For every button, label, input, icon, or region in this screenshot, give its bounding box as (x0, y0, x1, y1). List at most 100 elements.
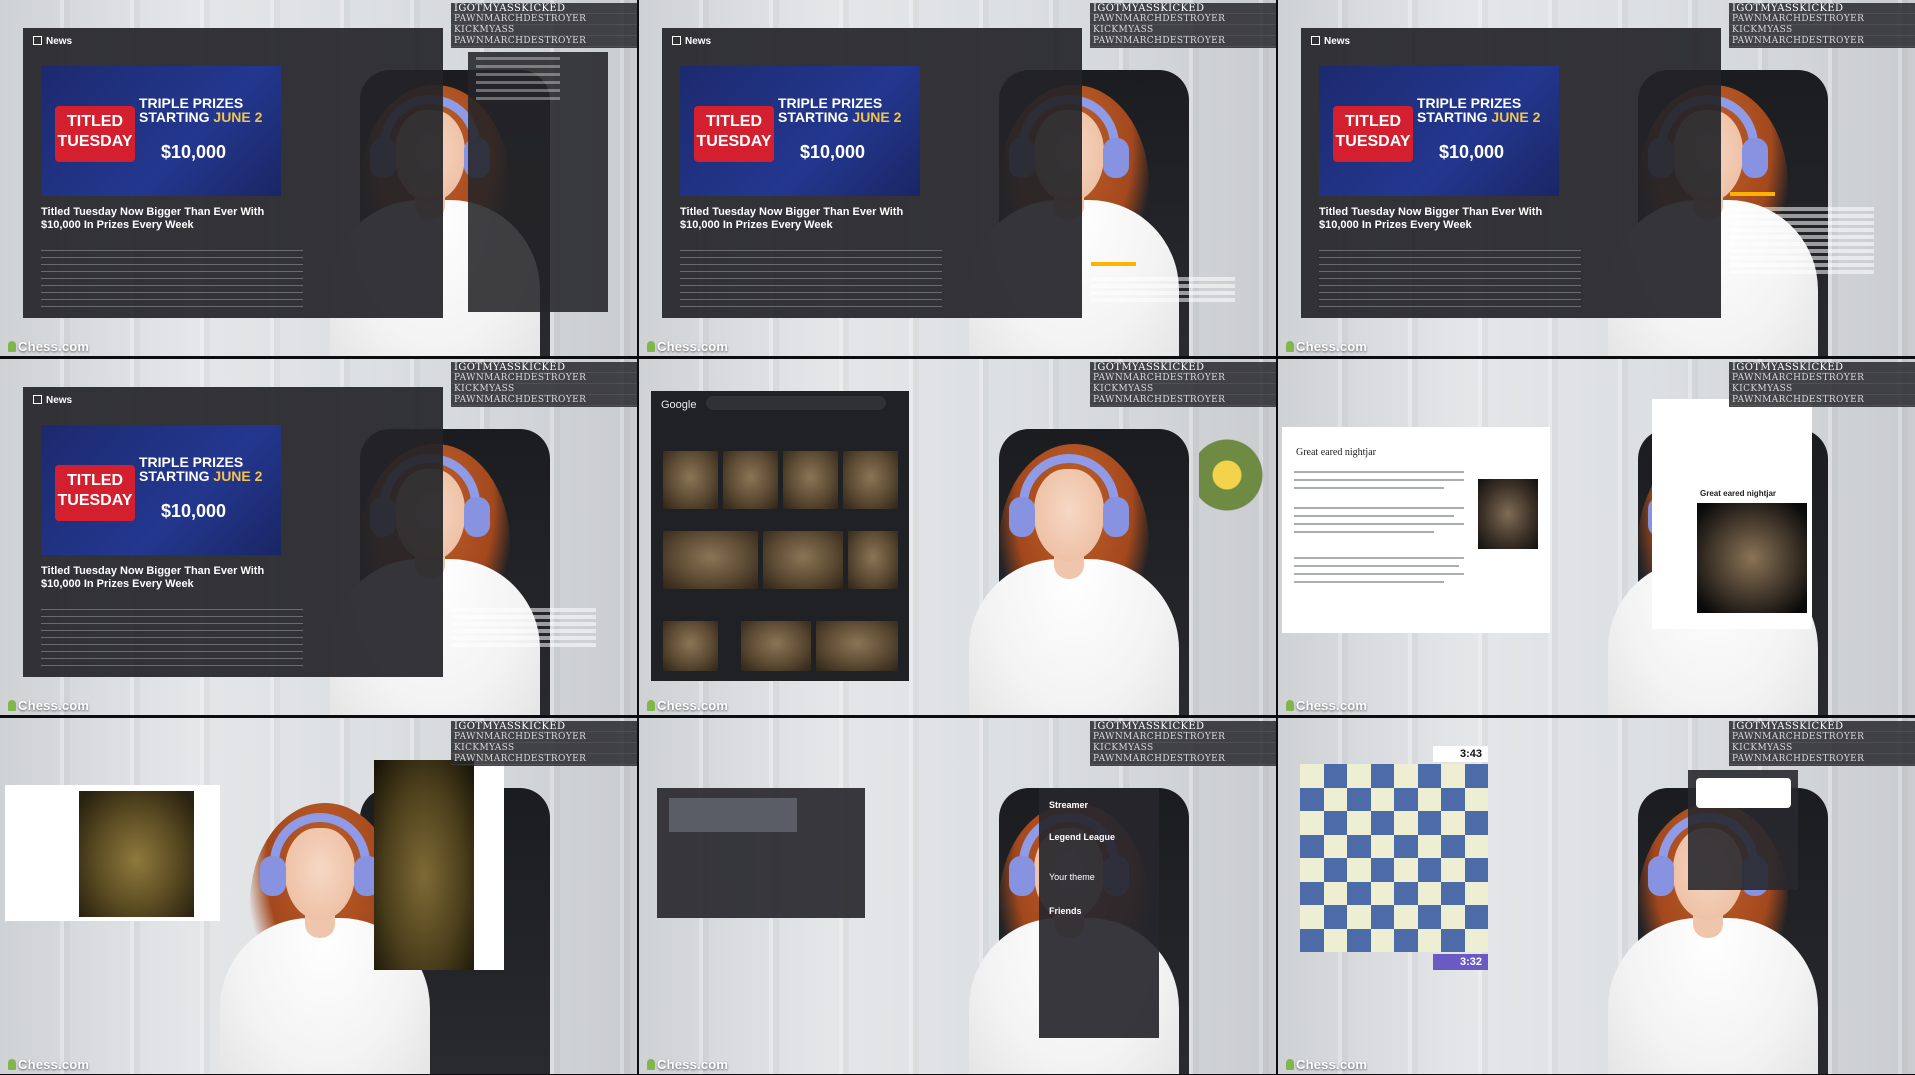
board-square[interactable] (1323, 834, 1347, 858)
board-square[interactable] (1347, 787, 1371, 811)
chesscom-watermark: Chess.com (8, 339, 89, 354)
board-square[interactable] (1394, 858, 1418, 882)
chess-board[interactable] (1300, 764, 1488, 952)
news-title[interactable]: Titled Tuesday Now Bigger Than Ever With… (680, 206, 930, 232)
board-square[interactable] (1370, 881, 1394, 905)
board-square[interactable] (1347, 764, 1371, 788)
frame-7: IGOTMYASSKICKED PAWNMARCHDESTROYER KICKM… (0, 718, 637, 1074)
image-result[interactable] (816, 621, 898, 671)
board-square[interactable] (1394, 764, 1418, 788)
board-square[interactable] (1417, 905, 1441, 929)
board-square[interactable] (1417, 811, 1441, 835)
board-square[interactable] (1323, 905, 1347, 929)
board-square[interactable] (1323, 881, 1347, 905)
google-search-bar[interactable] (706, 396, 886, 410)
news-banner[interactable]: TITLED TUESDAY TRIPLE PRIZES STARTING JUN… (41, 66, 281, 196)
board-square[interactable] (1464, 881, 1488, 905)
board-square[interactable] (1300, 858, 1324, 882)
board-square[interactable] (1347, 811, 1371, 835)
board-square[interactable] (1417, 858, 1441, 882)
board-square[interactable] (1464, 858, 1488, 882)
board-square[interactable] (1464, 834, 1488, 858)
board-square[interactable] (1300, 905, 1324, 929)
stream-preview[interactable] (669, 798, 797, 832)
image-result[interactable] (723, 451, 778, 509)
board-square[interactable] (1347, 834, 1371, 858)
board-square[interactable] (1370, 764, 1394, 788)
board-square[interactable] (1417, 881, 1441, 905)
board-square[interactable] (1417, 787, 1441, 811)
board-square[interactable] (1370, 905, 1394, 929)
leaderboard: IGOTMYASSKICKED PAWNMARCHDESTROYER KICKM… (1090, 362, 1276, 407)
board-square[interactable] (1347, 905, 1371, 929)
image-result[interactable] (663, 531, 758, 589)
frame-5: Google IGOTMYASSKICKED PAWNMARCHDESTROYE… (639, 359, 1276, 715)
image-result[interactable] (663, 621, 718, 671)
board-square[interactable] (1370, 928, 1394, 952)
image-result[interactable] (848, 531, 898, 589)
board-square[interactable] (1441, 905, 1465, 929)
board-square[interactable] (1417, 928, 1441, 952)
board-square[interactable] (1441, 928, 1465, 952)
board-square[interactable] (1394, 905, 1418, 929)
board-square[interactable] (1464, 905, 1488, 929)
board-square[interactable] (1323, 858, 1347, 882)
board-square[interactable] (1370, 858, 1394, 882)
board-square[interactable] (1441, 811, 1465, 835)
headphone-cup-right (1742, 138, 1768, 178)
board-square[interactable] (1441, 881, 1465, 905)
board-square[interactable] (1394, 881, 1418, 905)
titled-tuesday-logo: TITLED TUESDAY (55, 465, 135, 521)
image-result[interactable] (843, 451, 898, 509)
board-square[interactable] (1370, 811, 1394, 835)
image-result[interactable] (763, 531, 843, 589)
news-banner[interactable]: TITLED TUESDAY TRIPLE PRIZES STARTING JUN… (41, 425, 281, 555)
news-icon (672, 36, 681, 45)
board-square[interactable] (1300, 787, 1324, 811)
chat-overlay (1730, 186, 1910, 336)
board-square[interactable] (1323, 787, 1347, 811)
pawn-icon (1286, 700, 1294, 711)
board-square[interactable] (1394, 811, 1418, 835)
news-title[interactable]: Titled Tuesday Now Bigger Than Ever With… (41, 565, 291, 591)
board-square[interactable] (1300, 811, 1324, 835)
leaderboard: IGOTMYASSKICKED PAWNMARCHDESTROYER KICKM… (1729, 721, 1915, 766)
image-result[interactable] (741, 621, 811, 671)
image-result[interactable] (663, 451, 718, 509)
news-banner[interactable]: TITLED TUESDAY TRIPLE PRIZES STARTING JUN… (680, 66, 920, 196)
friends-label: Friends (1049, 906, 1082, 916)
news-title[interactable]: Titled Tuesday Now Bigger Than Ever With… (41, 206, 291, 232)
board-square[interactable] (1464, 928, 1488, 952)
board-square[interactable] (1323, 764, 1347, 788)
board-square[interactable] (1300, 928, 1324, 952)
news-header: News (1311, 36, 1350, 47)
board-square[interactable] (1464, 811, 1488, 835)
news-banner[interactable]: TITLED TUESDAY TRIPLE PRIZES STARTING JUN… (1319, 66, 1559, 196)
board-square[interactable] (1417, 764, 1441, 788)
board-square[interactable] (1347, 928, 1371, 952)
board-square[interactable] (1300, 881, 1324, 905)
board-square[interactable] (1347, 881, 1371, 905)
board-square[interactable] (1394, 787, 1418, 811)
board-square[interactable] (1394, 928, 1418, 952)
board-square[interactable] (1370, 834, 1394, 858)
news-icon (1311, 36, 1320, 45)
board-square[interactable] (1464, 787, 1488, 811)
image-result[interactable] (783, 451, 838, 509)
news-title[interactable]: Titled Tuesday Now Bigger Than Ever With… (1319, 206, 1569, 232)
board-square[interactable] (1347, 858, 1371, 882)
board-square[interactable] (1300, 764, 1324, 788)
board-square[interactable] (1370, 787, 1394, 811)
board-square[interactable] (1441, 858, 1465, 882)
board-square[interactable] (1323, 811, 1347, 835)
board-square[interactable] (1441, 834, 1465, 858)
board-square[interactable] (1441, 787, 1465, 811)
pawn-icon (1286, 1059, 1294, 1070)
board-square[interactable] (1441, 764, 1465, 788)
board-square[interactable] (1417, 834, 1441, 858)
board-square[interactable] (1394, 834, 1418, 858)
board-square[interactable] (1300, 834, 1324, 858)
board-square[interactable] (1464, 764, 1488, 788)
news-card: News TITLED TUESDAY TRIPLE PRIZES STARTIN… (23, 387, 443, 677)
board-square[interactable] (1323, 928, 1347, 952)
